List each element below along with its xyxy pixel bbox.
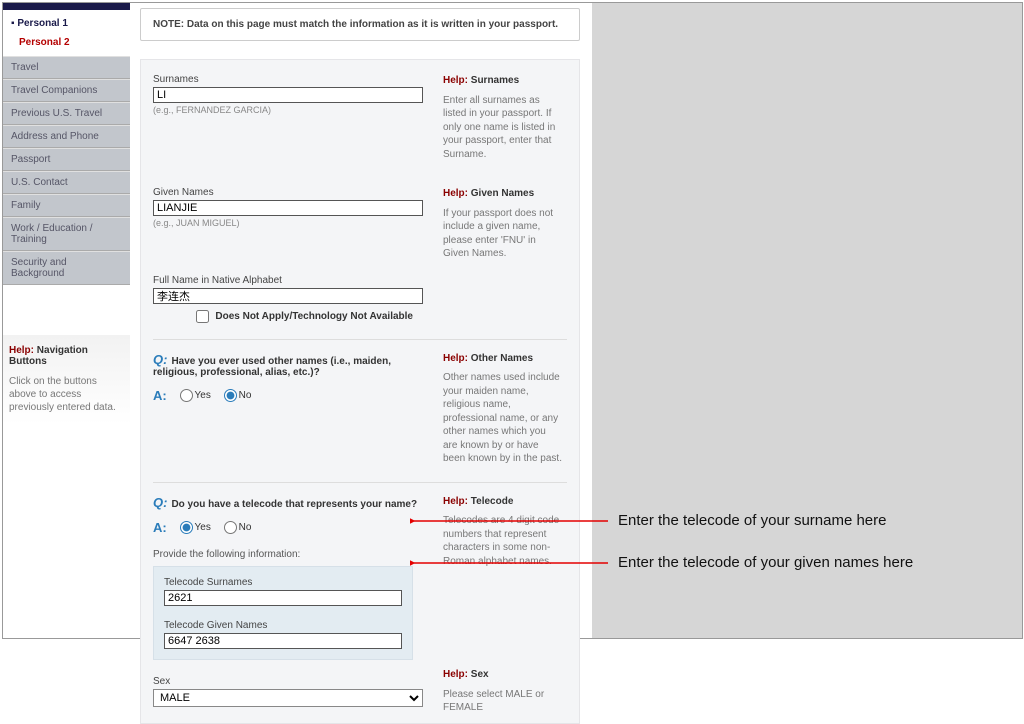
q2-yes-label: Yes (195, 522, 211, 533)
right-grey-area (592, 3, 1022, 638)
surnames-input[interactable] (153, 87, 423, 103)
help-sex-body: Please select MALE or FEMALE (443, 688, 563, 715)
given-hint: (e.g., JUAN MIGUEL) (153, 218, 433, 228)
telecode-box: Telecode Surnames Telecode Given Names (153, 566, 413, 660)
annotation-1: Enter the telecode of your surname here (618, 512, 887, 529)
q-icon-2: Q: (153, 495, 167, 510)
nav-address-phone[interactable]: Address and Phone (3, 125, 130, 148)
given-label: Given Names (153, 187, 433, 198)
arrow-2 (410, 557, 610, 569)
nav-security-background[interactable]: Security and Background (3, 251, 130, 285)
sex-label: Sex (153, 676, 433, 687)
arrow-1 (410, 515, 610, 527)
q-icon: Q: (153, 352, 167, 367)
nav-us-contact[interactable]: U.S. Contact (3, 171, 130, 194)
q1-yes-label: Yes (195, 390, 211, 401)
sidebar: Personal 1 Personal 2 Travel Travel Comp… (3, 3, 130, 424)
help-prefix-3: Help: (443, 353, 468, 364)
nav-help-text: Click on the buttons above to access pre… (9, 375, 124, 414)
provide-label: Provide the following information: (153, 549, 433, 560)
nav-previous-us-travel[interactable]: Previous U.S. Travel (3, 102, 130, 125)
na-checkbox[interactable] (196, 310, 209, 323)
telecode-given-input[interactable] (164, 633, 402, 649)
nav-travel[interactable]: Travel (3, 56, 130, 79)
help-given-title: Given Names (471, 188, 534, 199)
help-prefix-1: Help: (443, 75, 468, 86)
help-prefix-5: Help: (443, 669, 468, 680)
nav-travel-companions[interactable]: Travel Companions (3, 79, 130, 102)
q1-yes-radio[interactable] (180, 389, 193, 402)
help-surnames-title: Surnames (471, 75, 519, 86)
given-input[interactable] (153, 200, 423, 216)
telecode-surnames-input[interactable] (164, 590, 402, 606)
divider-1 (153, 339, 567, 340)
nav-personal-1[interactable]: Personal 1 (11, 18, 122, 29)
native-input[interactable] (153, 288, 423, 304)
nav-personal: Personal 1 Personal 2 (3, 10, 130, 56)
q2-yes-radio[interactable] (180, 521, 193, 534)
nav-help-prefix: Help: (9, 345, 34, 356)
divider-2 (153, 482, 567, 483)
q2-no-label: No (239, 522, 252, 533)
q1-no-label: No (239, 390, 252, 401)
na-checkbox-label: Does Not Apply/Technology Not Available (215, 311, 413, 322)
q1-text: Have you ever used other names (i.e., ma… (153, 356, 391, 378)
a-icon: A: (153, 388, 167, 403)
help-telecode-title: Telecode (471, 496, 514, 507)
surnames-label: Surnames (153, 74, 433, 85)
nav-passport[interactable]: Passport (3, 148, 130, 171)
help-other-body: Other names used include your maiden nam… (443, 371, 563, 466)
telecode-surnames-label: Telecode Surnames (164, 577, 402, 588)
a-icon-2: A: (153, 520, 167, 535)
note-box: NOTE: Data on this page must match the i… (140, 8, 580, 41)
nav-personal-2[interactable]: Personal 2 (11, 37, 122, 48)
sex-select[interactable]: MALE (153, 689, 423, 707)
help-other-title: Other Names (471, 353, 533, 364)
help-surnames-body: Enter all surnames as listed in your pas… (443, 94, 563, 162)
native-label: Full Name in Native Alphabet (153, 275, 433, 286)
main-content: NOTE: Data on this page must match the i… (140, 8, 580, 724)
help-given-body: If your passport does not include a give… (443, 207, 563, 261)
q2-text: Do you have a telecode that represents y… (171, 499, 417, 510)
nav-family[interactable]: Family (3, 194, 130, 217)
q1-no-radio[interactable] (224, 389, 237, 402)
telecode-given-label: Telecode Given Names (164, 620, 402, 631)
form-area: Surnames (e.g., FERNANDEZ GARCIA) Help: … (140, 59, 580, 724)
nav-work-education-training[interactable]: Work / Education / Training (3, 217, 130, 251)
surnames-hint: (e.g., FERNANDEZ GARCIA) (153, 105, 433, 115)
help-sex-title: Sex (471, 669, 489, 680)
help-prefix-4: Help: (443, 496, 468, 507)
q2-no-radio[interactable] (224, 521, 237, 534)
help-prefix-2: Help: (443, 188, 468, 199)
nav-help-box: Help: Navigation Buttons Click on the bu… (3, 335, 130, 424)
annotation-2: Enter the telecode of your given names h… (618, 554, 913, 571)
